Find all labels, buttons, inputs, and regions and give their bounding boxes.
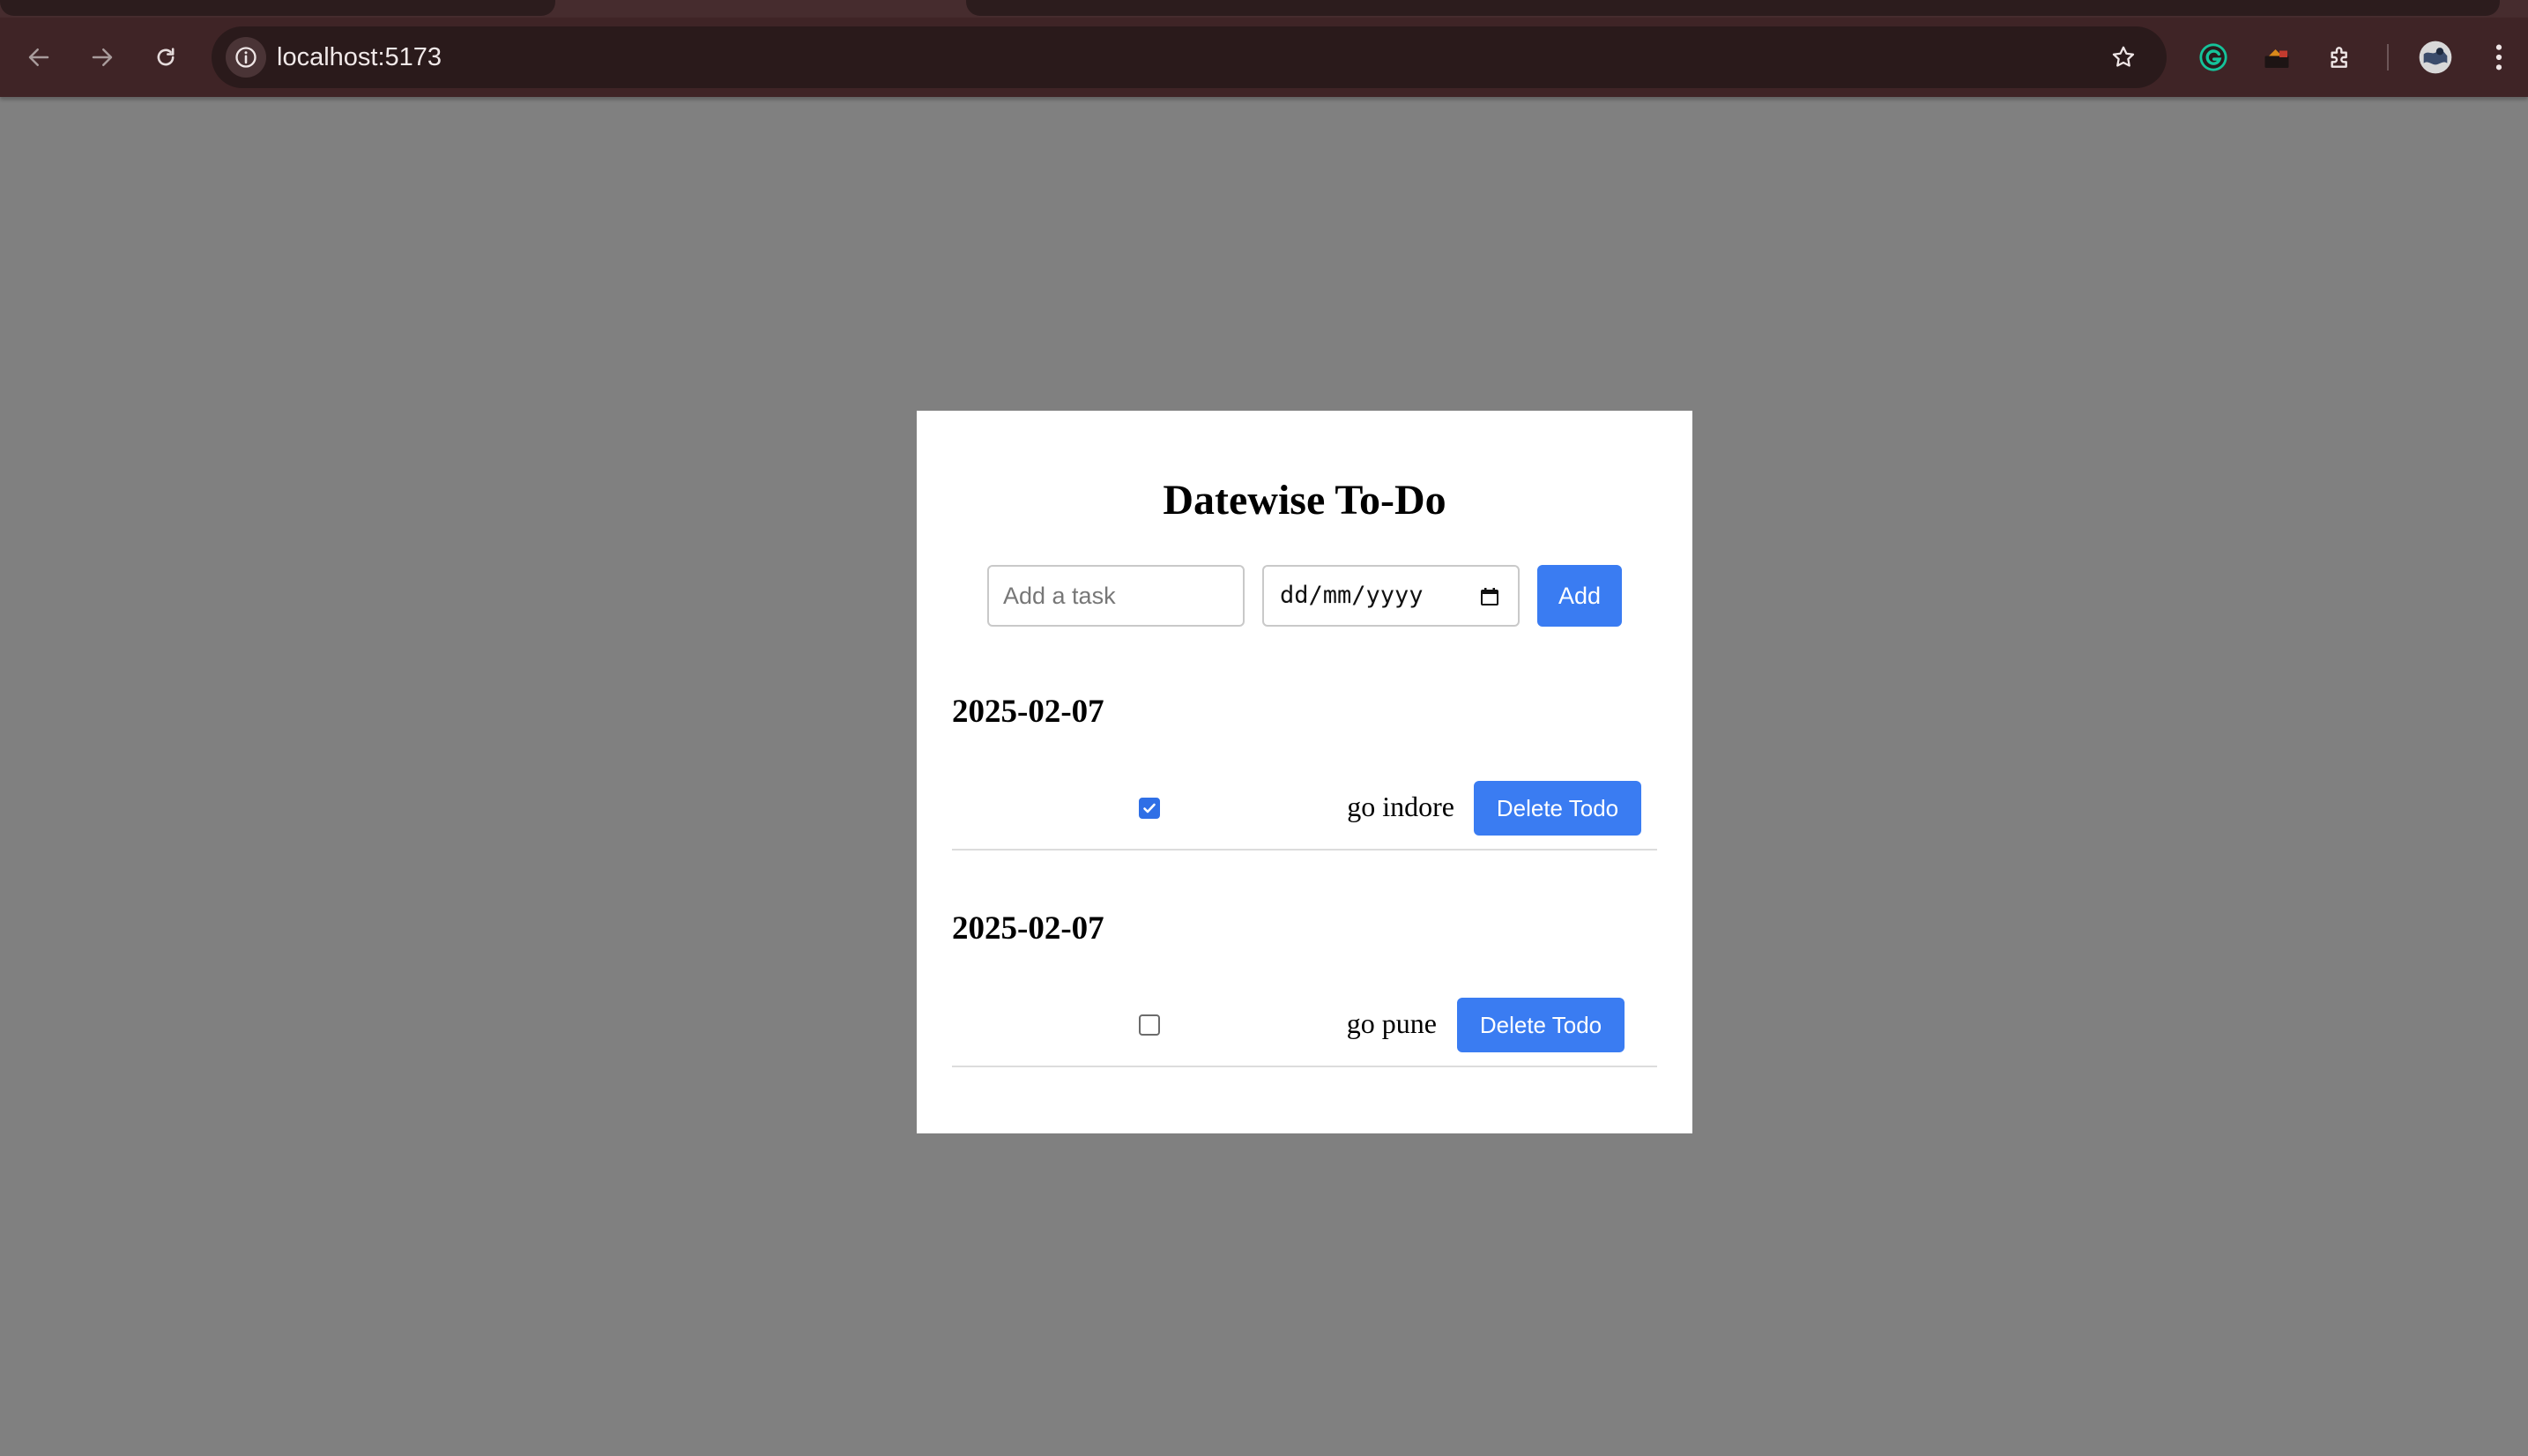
group-date-heading: 2025-02-07 [952,910,1104,947]
info-icon[interactable] [226,37,266,78]
reload-icon[interactable] [146,38,185,77]
profile-avatar-icon[interactable] [2415,37,2456,78]
date-placeholder: dd/mm/yyyy [1280,582,1424,609]
browser-tab[interactable] [0,0,555,16]
extension-icon[interactable] [2257,37,2297,78]
add-button[interactable]: Add [1537,565,1622,627]
address-bar[interactable]: localhost:5173 [212,26,2167,88]
forward-arrow-icon[interactable] [83,38,122,77]
star-icon[interactable] [2103,37,2144,78]
delete-todo-button[interactable]: Delete Todo [1457,998,1625,1052]
group-date-heading: 2025-02-07 [952,694,1104,730]
tab-strip [0,0,2528,18]
kebab-menu-icon[interactable] [2479,37,2519,78]
delete-todo-button[interactable]: Delete Todo [1474,781,1641,836]
address-url[interactable]: localhost:5173 [277,26,442,88]
row-divider [952,1066,1657,1067]
grammarly-extension-icon[interactable] [2193,37,2234,78]
todo-card: Datewise To-Do dd/mm/yyyy Add 2025-02-07… [917,411,1692,1133]
row-divider [952,849,1657,851]
calendar-icon[interactable] [1479,586,1500,612]
task-input[interactable] [987,565,1245,627]
todo-checkbox[interactable] [1139,798,1160,819]
toolbar-separator [2387,44,2389,71]
page-title: Datewise To-Do [1163,477,1446,524]
date-input[interactable]: dd/mm/yyyy [1262,565,1520,627]
back-arrow-icon[interactable] [19,38,58,77]
todo-text: go indore [1347,791,1454,822]
todo-checkbox[interactable] [1139,1014,1160,1036]
puzzle-icon[interactable] [2320,37,2361,78]
browser-toolbar: localhost:5173 [0,18,2528,97]
todo-text: go pune [1346,1007,1437,1039]
browser-tab[interactable] [966,0,2500,16]
